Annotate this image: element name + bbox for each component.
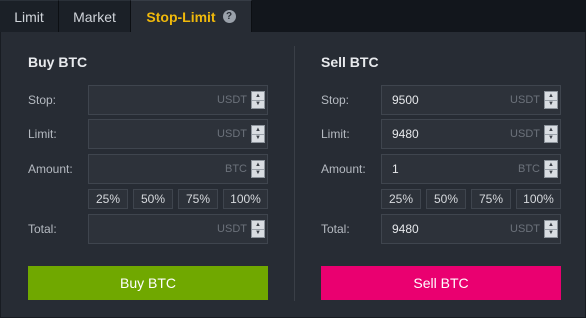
sell-amount-unit: BTC — [518, 163, 540, 175]
stop-limit-order-widget: Limit Market Stop-Limit ? Buy BTC Stop: … — [0, 0, 586, 318]
tab-market-label: Market — [73, 8, 116, 25]
sell-total-label: Total: — [321, 222, 350, 236]
buy-total-row: Total: USDT ▲ ▼ — [28, 214, 268, 244]
order-type-tabs: Limit Market Stop-Limit ? — [0, 0, 586, 32]
buy-stop-label: Stop: — [28, 93, 57, 107]
buy-amount-field: BTC ▲ ▼ — [88, 154, 268, 184]
buy-limit-input[interactable] — [89, 120, 218, 148]
buy-stop-row: Stop: USDT ▲ ▼ — [28, 85, 268, 115]
buy-stop-spinner: ▲ ▼ — [251, 91, 265, 109]
sell-limit-field: USDT ▲ ▼ — [381, 119, 561, 149]
sell-total-field: USDT ▲ ▼ — [381, 214, 561, 244]
sell-percent-100-button[interactable]: 100% — [516, 189, 561, 209]
buy-percent-buttons: 25% 50% 75% 100% — [88, 189, 268, 209]
divider — [294, 46, 295, 301]
spinner-down-icon[interactable]: ▼ — [545, 135, 557, 143]
buy-limit-row: Limit: USDT ▲ ▼ — [28, 119, 268, 149]
spinner-up-icon[interactable]: ▲ — [252, 126, 264, 135]
help-icon[interactable]: ? — [222, 10, 236, 23]
tab-stop-limit-label: Stop-Limit — [146, 8, 216, 25]
spinner-down-icon[interactable]: ▼ — [252, 101, 264, 109]
sell-limit-row: Limit: USDT ▲ ▼ — [321, 119, 561, 149]
sell-percent-75-button[interactable]: 75% — [471, 189, 511, 209]
spinner-up-icon[interactable]: ▲ — [545, 92, 557, 101]
sell-amount-spinner: ▲ ▼ — [544, 160, 558, 178]
sell-btc-button[interactable]: Sell BTC — [321, 266, 561, 300]
buy-amount-spinner: ▲ ▼ — [251, 160, 265, 178]
buy-total-input[interactable] — [89, 215, 218, 243]
sell-limit-unit: USDT — [510, 128, 540, 140]
tab-limit-label: Limit — [14, 8, 44, 25]
sell-limit-input[interactable] — [382, 120, 511, 148]
buy-amount-row: Amount: BTC ▲ ▼ — [28, 154, 268, 184]
sell-total-spinner: ▲ ▼ — [544, 220, 558, 238]
sell-limit-spinner: ▲ ▼ — [544, 125, 558, 143]
buy-percent-50-button[interactable]: 50% — [133, 189, 173, 209]
sell-limit-label: Limit: — [321, 127, 350, 141]
sell-total-row: Total: USDT ▲ ▼ — [321, 214, 561, 244]
buy-stop-field: USDT ▲ ▼ — [88, 85, 268, 115]
spinner-down-icon[interactable]: ▼ — [545, 101, 557, 109]
sell-stop-label: Stop: — [321, 93, 350, 107]
order-panel: Buy BTC Stop: USDT ▲ ▼ Limit: USDT ▲ ▼ A… — [0, 32, 586, 318]
spinner-down-icon[interactable]: ▼ — [545, 230, 557, 238]
buy-percent-25-button[interactable]: 25% — [88, 189, 128, 209]
sell-form: Sell BTC Stop: USDT ▲ ▼ Limit: USDT — [321, 32, 561, 318]
buy-limit-spinner: ▲ ▼ — [251, 125, 265, 143]
buy-total-field: USDT ▲ ▼ — [88, 214, 268, 244]
spinner-up-icon[interactable]: ▲ — [545, 161, 557, 170]
sell-percent-buttons: 25% 50% 75% 100% — [381, 189, 561, 209]
buy-limit-label: Limit: — [28, 127, 57, 141]
sell-amount-label: Amount: — [321, 162, 366, 176]
spinner-down-icon[interactable]: ▼ — [545, 170, 557, 178]
sell-amount-field: BTC ▲ ▼ — [381, 154, 561, 184]
buy-amount-label: Amount: — [28, 162, 73, 176]
sell-stop-row: Stop: USDT ▲ ▼ — [321, 85, 561, 115]
buy-percent-100-button[interactable]: 100% — [223, 189, 268, 209]
sell-title: Sell BTC — [321, 54, 379, 70]
buy-stop-input[interactable] — [89, 86, 218, 114]
buy-title: Buy BTC — [28, 54, 88, 70]
tab-limit[interactable]: Limit — [0, 0, 59, 32]
buy-total-unit: USDT — [217, 223, 247, 235]
buy-percent-75-button[interactable]: 75% — [178, 189, 218, 209]
buy-total-spinner: ▲ ▼ — [251, 220, 265, 238]
buy-amount-unit: BTC — [225, 163, 247, 175]
sell-stop-field: USDT ▲ ▼ — [381, 85, 561, 115]
sell-percent-25-button[interactable]: 25% — [381, 189, 421, 209]
sell-total-unit: USDT — [510, 223, 540, 235]
sell-stop-input[interactable] — [382, 86, 511, 114]
sell-percent-50-button[interactable]: 50% — [426, 189, 466, 209]
spinner-up-icon[interactable]: ▲ — [545, 126, 557, 135]
spinner-down-icon[interactable]: ▼ — [252, 170, 264, 178]
sell-total-input[interactable] — [382, 215, 511, 243]
spinner-up-icon[interactable]: ▲ — [545, 221, 557, 230]
buy-limit-unit: USDT — [217, 128, 247, 140]
spinner-up-icon[interactable]: ▲ — [252, 161, 264, 170]
buy-total-label: Total: — [28, 222, 57, 236]
buy-form: Buy BTC Stop: USDT ▲ ▼ Limit: USDT ▲ ▼ A… — [28, 32, 268, 318]
spinner-up-icon[interactable]: ▲ — [252, 221, 264, 230]
tab-market[interactable]: Market — [59, 0, 131, 32]
spinner-up-icon[interactable]: ▲ — [252, 92, 264, 101]
spinner-down-icon[interactable]: ▼ — [252, 135, 264, 143]
spinner-down-icon[interactable]: ▼ — [252, 230, 264, 238]
sell-stop-spinner: ▲ ▼ — [544, 91, 558, 109]
buy-btc-button[interactable]: Buy BTC — [28, 266, 268, 300]
sell-amount-input[interactable] — [382, 155, 518, 183]
sell-amount-row: Amount: BTC ▲ ▼ — [321, 154, 561, 184]
buy-stop-unit: USDT — [217, 94, 247, 106]
buy-amount-input[interactable] — [89, 155, 225, 183]
tab-stop-limit[interactable]: Stop-Limit ? — [131, 0, 252, 32]
sell-stop-unit: USDT — [510, 94, 540, 106]
buy-limit-field: USDT ▲ ▼ — [88, 119, 268, 149]
